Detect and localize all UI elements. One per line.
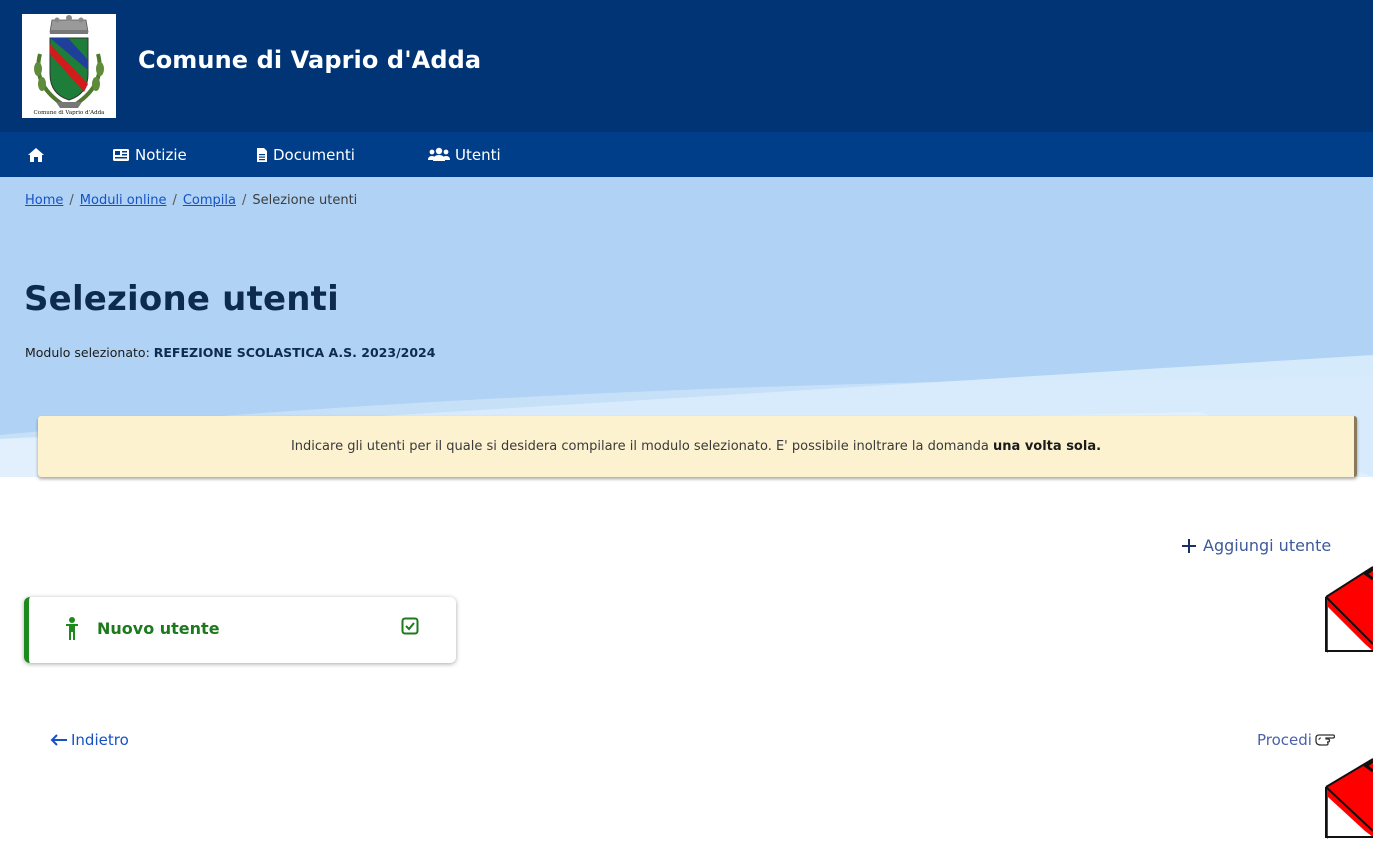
newspaper-icon bbox=[113, 148, 129, 161]
nav-item-documenti[interactable]: Documenti bbox=[256, 132, 355, 177]
nav-home[interactable] bbox=[27, 132, 50, 177]
user-name: Nuovo utente bbox=[97, 619, 220, 638]
breadcrumb-compila[interactable]: Compila bbox=[183, 193, 236, 208]
selected-module: Modulo selezionato: REFEZIONE SCOLASTICA… bbox=[25, 345, 435, 360]
crest-caption: Comune di Vaprio d'Adda bbox=[33, 110, 105, 116]
proceed-label: Procedi bbox=[1257, 731, 1312, 749]
nav-label-documenti: Documenti bbox=[273, 145, 355, 164]
site-title[interactable]: Comune di Vaprio d'Adda bbox=[138, 46, 481, 74]
file-icon bbox=[257, 147, 267, 162]
breadcrumb-moduli-online[interactable]: Moduli online bbox=[80, 193, 167, 208]
module-value: REFEZIONE SCOLASTICA A.S. 2023/2024 bbox=[153, 345, 436, 360]
annotation-arrow-icon bbox=[1325, 565, 1373, 653]
checkbox-checked-icon[interactable] bbox=[401, 617, 419, 635]
add-user-button[interactable]: Aggiungi utente bbox=[1181, 536, 1331, 555]
nav-item-utenti[interactable]: Utenti bbox=[428, 132, 501, 177]
users-icon bbox=[428, 147, 450, 161]
breadcrumb-home[interactable]: Home bbox=[25, 193, 63, 208]
crest-icon bbox=[34, 15, 104, 108]
breadcrumb: Home / Moduli online / Compila / Selezione ute… bbox=[25, 193, 357, 208]
module-label: Modulo selezionato: bbox=[25, 345, 150, 360]
nav-label-utenti: Utenti bbox=[455, 145, 501, 164]
alert-text: Indicare gli utenti per il quale si desi… bbox=[290, 439, 989, 454]
add-user-label: Aggiungi utente bbox=[1203, 536, 1332, 555]
info-alert: Indicare gli utenti per il quale si desi… bbox=[38, 416, 1357, 477]
breadcrumb-current: Selezione utenti bbox=[252, 193, 358, 208]
back-link[interactable]: Indietro bbox=[50, 731, 129, 749]
hand-pointing-right-icon bbox=[1315, 734, 1335, 746]
back-label: Indietro bbox=[71, 731, 129, 749]
person-icon bbox=[66, 617, 78, 640]
arrow-left-icon bbox=[50, 734, 67, 746]
nav-item-notizie[interactable]: Notizie bbox=[112, 132, 187, 177]
plus-icon bbox=[1182, 538, 1196, 553]
breadcrumb-separator: / bbox=[241, 193, 247, 208]
alert-emphasis: una volta sola. bbox=[993, 439, 1102, 454]
breadcrumb-separator: / bbox=[69, 193, 74, 208]
home-icon bbox=[28, 147, 44, 162]
site-header: Comune di Vaprio d'Adda Comune di Vaprio… bbox=[0, 0, 1373, 132]
user-card[interactable]: Nuovo utente bbox=[24, 597, 456, 663]
municipality-crest[interactable]: Comune di Vaprio d'Adda bbox=[22, 14, 116, 118]
annotation-arrow-icon bbox=[1325, 757, 1373, 839]
proceed-link[interactable]: Procedi bbox=[1257, 731, 1335, 749]
breadcrumb-separator: / bbox=[172, 193, 177, 208]
nav-label-notizie: Notizie bbox=[135, 145, 187, 164]
page-title: Selezione utenti bbox=[24, 279, 339, 319]
main-nav: Notizie Documenti Utenti bbox=[0, 132, 1373, 177]
